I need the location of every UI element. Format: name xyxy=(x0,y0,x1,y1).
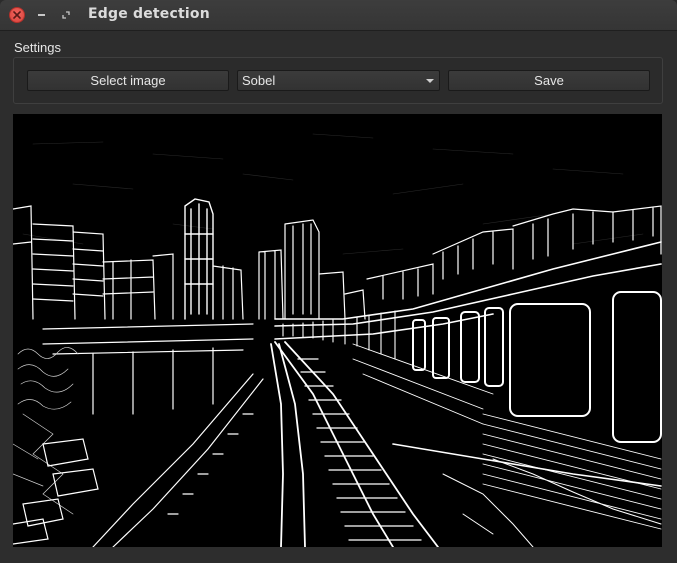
close-button[interactable] xyxy=(9,7,25,23)
edge-image-view xyxy=(13,114,662,547)
settings-group-label: Settings xyxy=(14,40,61,55)
select-image-button[interactable]: Select image xyxy=(27,70,229,91)
save-button[interactable]: Save xyxy=(448,70,650,91)
title-bar: Edge detection xyxy=(0,0,677,31)
close-icon xyxy=(13,11,21,19)
window-title: Edge detection xyxy=(88,6,210,22)
app-window: Edge detection Settings Select image Sob… xyxy=(0,0,677,563)
maximize-icon xyxy=(62,11,70,19)
minimize-button[interactable] xyxy=(34,7,50,23)
chevron-down-icon xyxy=(426,79,434,83)
maximize-button[interactable] xyxy=(58,7,74,23)
method-combobox-value: Sobel xyxy=(242,73,276,88)
method-combobox[interactable]: Sobel xyxy=(237,70,440,91)
edge-image xyxy=(13,114,662,547)
